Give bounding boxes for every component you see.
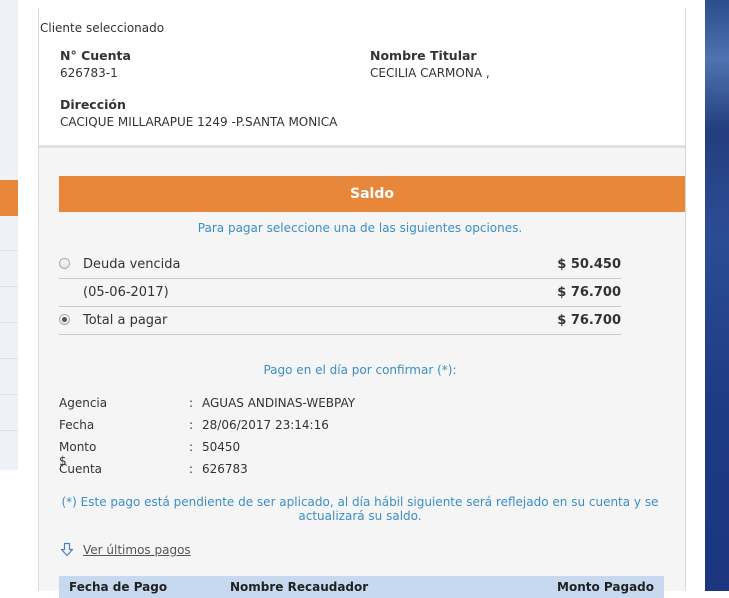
- account-number-label: N° Cuenta: [60, 48, 131, 63]
- account-number-value: 626783-1: [60, 66, 118, 80]
- column-monto-pagado: Monto Pagado: [557, 580, 654, 594]
- pending-payment-title: Pago en el día por confirmar (*):: [263, 363, 457, 377]
- pending-note: (*) Este pago está pendiente de ser apli…: [61, 495, 659, 523]
- detail-sep: :: [189, 396, 194, 410]
- option-label: Total a pagar: [83, 313, 168, 328]
- option-label: (05-06-2017): [83, 285, 169, 300]
- detail-value: AGUAS ANDINAS-WEBPAY: [202, 396, 356, 410]
- detail-value: 50450: [202, 440, 241, 454]
- radio-total-a-pagar[interactable]: [59, 314, 70, 325]
- detail-sep: :: [189, 418, 194, 432]
- column-nombre-recaudador: Nombre Recaudador: [230, 580, 369, 594]
- client-section: Cliente seleccionado N° Cuenta 626783-1 …: [39, 8, 685, 148]
- payment-instruction: Para pagar seleccione una de las siguien…: [197, 221, 523, 235]
- option-label: Deuda vencida: [83, 257, 181, 272]
- option-row-deuda-vencida[interactable]: Deuda vencida $ 50.450: [59, 251, 621, 279]
- option-amount: $ 76.700: [557, 313, 621, 328]
- saldo-header: Saldo: [59, 176, 685, 212]
- detail-value: 626783: [202, 462, 248, 476]
- left-sidebar: [0, 0, 18, 470]
- detail-key: Agencia: [59, 396, 108, 410]
- download-arrow-icon: [60, 542, 74, 557]
- client-section-title: Cliente seleccionado: [40, 21, 165, 35]
- detail-value: 28/06/2017 23:14:16: [202, 418, 329, 432]
- holder-name-label: Nombre Titular: [370, 48, 477, 63]
- saldo-section: Saldo Para pagar seleccione una de las s…: [39, 148, 685, 598]
- payments-table-header: Fecha de Pago Nombre Recaudador Monto Pa…: [59, 576, 664, 598]
- sidebar-active-item[interactable]: [0, 180, 18, 216]
- view-last-payments-link[interactable]: Ver últimos pagos: [59, 542, 191, 558]
- holder-name-value: CECILIA CARMONA ,: [370, 66, 490, 80]
- option-row-total[interactable]: Total a pagar $ 76.700: [59, 307, 621, 335]
- view-last-payments-label[interactable]: Ver últimos pagos: [83, 543, 191, 557]
- address-label: Dirección: [60, 97, 126, 112]
- column-fecha-de-pago: Fecha de Pago: [69, 580, 168, 594]
- detail-key: Fecha: [59, 418, 95, 432]
- account-card: Cliente seleccionado N° Cuenta 626783-1 …: [38, 8, 686, 598]
- radio-deuda-vencida[interactable]: [59, 258, 70, 269]
- detail-sep: :: [189, 462, 194, 476]
- option-amount: $ 76.700: [557, 285, 621, 300]
- detail-sep: :: [189, 440, 194, 454]
- option-row-date: (05-06-2017) $ 76.700: [59, 279, 621, 307]
- background-water-image: [705, 0, 729, 591]
- option-amount: $ 50.450: [557, 257, 621, 272]
- detail-key: Cuenta: [59, 462, 103, 476]
- address-value: CACIQUE MILLARAPUE 1249 -P.SANTA MONICA: [60, 115, 338, 129]
